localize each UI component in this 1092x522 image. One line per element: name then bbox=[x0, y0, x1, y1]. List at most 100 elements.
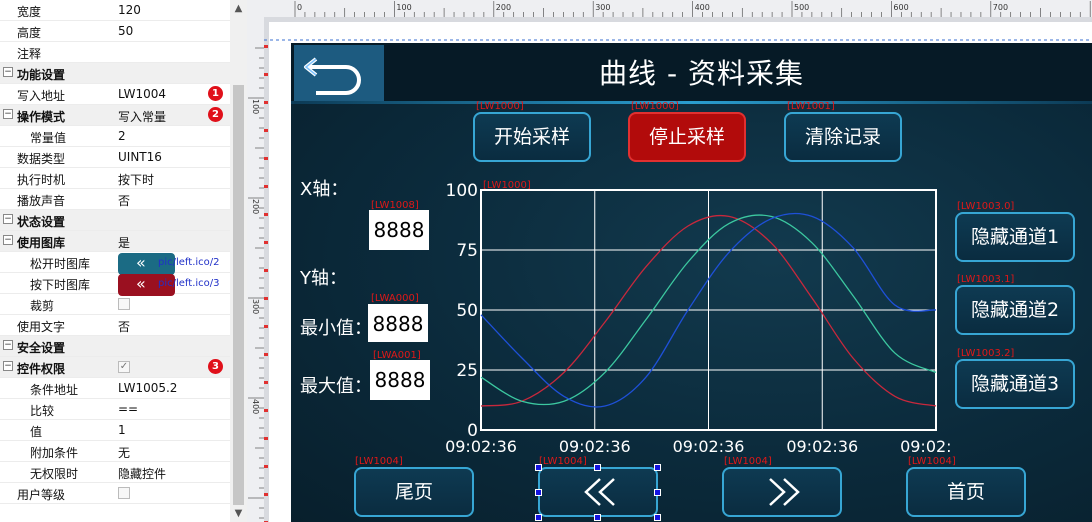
property-value[interactable]: 1 bbox=[118, 423, 126, 437]
property-value[interactable]: 120 bbox=[118, 3, 141, 17]
y-axis-label: Y轴： bbox=[300, 268, 347, 289]
property-row[interactable]: − 使用图库 是 bbox=[0, 231, 230, 252]
property-row[interactable]: 无权限时 隐藏控件 bbox=[0, 462, 230, 483]
stop-sampling-button[interactable]: 停止采样 bbox=[628, 112, 746, 162]
trend-chart[interactable]: 09:02:36 09:02:36 09:02:36 09:02:36 09:02:36… bbox=[431, 173, 951, 453]
property-value[interactable]: 否 bbox=[118, 192, 130, 209]
selection-handle[interactable] bbox=[535, 514, 542, 521]
min-value-field[interactable]: 8888 bbox=[368, 304, 428, 342]
ruler-tick-label: 0 bbox=[297, 3, 302, 12]
property-value[interactable]: 隐藏控件 bbox=[118, 465, 166, 482]
ruler-tick-label: 400 bbox=[251, 399, 260, 414]
scrollbar-thumb[interactable] bbox=[233, 85, 244, 505]
property-key: 按下时图库 bbox=[30, 278, 91, 292]
tag-label: [LW1003.1] bbox=[957, 274, 1015, 285]
property-row[interactable]: 附加条件 无 bbox=[0, 441, 230, 462]
property-checkbox[interactable] bbox=[118, 298, 130, 310]
property-row[interactable]: − 操作模式 写入常量 2 bbox=[0, 105, 230, 126]
property-row[interactable]: 写入地址 LW1004 1 bbox=[0, 84, 230, 105]
hide-channel-2-button[interactable]: 隐藏通道2 bbox=[955, 285, 1075, 335]
library-image-preview[interactable]: « pic/left.ico/3 bbox=[118, 274, 220, 296]
library-path: pic/left.ico/3 bbox=[158, 278, 220, 289]
property-row[interactable]: 宽度 120 bbox=[0, 0, 230, 21]
property-value[interactable]: 是 bbox=[118, 234, 130, 251]
property-row[interactable]: 松开时图库 « pic/left.ico/2 bbox=[0, 252, 230, 275]
selection-handle[interactable] bbox=[535, 489, 542, 496]
selection-handle[interactable] bbox=[535, 464, 542, 471]
scroll-down-icon[interactable]: ▼ bbox=[230, 505, 247, 522]
property-value[interactable]: 按下时 bbox=[118, 171, 154, 188]
collapse-toggle-icon[interactable]: − bbox=[3, 214, 13, 224]
property-row[interactable]: − 控件权限 ✓ 3 bbox=[0, 357, 230, 378]
property-key: 条件地址 bbox=[30, 383, 79, 397]
next-page-button[interactable] bbox=[722, 467, 842, 517]
property-value[interactable]: UINT16 bbox=[118, 150, 162, 164]
property-row[interactable]: 条件地址 LW1005.2 bbox=[0, 378, 230, 399]
collapse-toggle-icon[interactable]: − bbox=[3, 340, 13, 350]
property-value[interactable]: == bbox=[118, 402, 138, 416]
max-value-label: 最大值： bbox=[300, 376, 372, 397]
property-row[interactable]: 执行时机 按下时 bbox=[0, 168, 230, 189]
selection-handle[interactable] bbox=[594, 514, 601, 521]
collapse-toggle-icon[interactable]: − bbox=[3, 67, 13, 77]
y-tick-label: 50 bbox=[456, 301, 478, 321]
ruler-marker bbox=[264, 157, 268, 160]
property-value[interactable]: 2 bbox=[118, 129, 126, 143]
property-row[interactable]: − 安全设置 bbox=[0, 336, 230, 357]
property-panel-scrollbar[interactable]: ▲ ▼ bbox=[230, 0, 247, 522]
collapse-toggle-icon[interactable]: − bbox=[3, 361, 13, 371]
property-row[interactable]: 注释 bbox=[0, 42, 230, 63]
ruler-tick-label: 400 bbox=[695, 3, 710, 12]
property-value[interactable]: 无 bbox=[118, 444, 130, 461]
property-value[interactable]: LW1005.2 bbox=[118, 381, 177, 395]
library-image-preview[interactable]: « pic/left.ico/2 bbox=[118, 253, 220, 275]
first-page-button[interactable]: 首页 bbox=[906, 467, 1026, 517]
property-row[interactable]: 播放声音 否 bbox=[0, 189, 230, 210]
prev-page-button[interactable] bbox=[538, 467, 658, 517]
property-row[interactable]: 常量值 2 bbox=[0, 126, 230, 147]
ruler-tick-label: 200 bbox=[251, 199, 260, 214]
property-value[interactable]: 50 bbox=[118, 24, 133, 38]
clear-records-button[interactable]: 清除记录 bbox=[784, 112, 902, 162]
hmi-screen[interactable]: 曲线 - 资料采集 [LW1000] 开始采样 [LW1000] 停止采样 [L… bbox=[291, 43, 1092, 522]
property-checkbox[interactable] bbox=[118, 487, 130, 499]
collapse-toggle-icon[interactable]: − bbox=[3, 109, 13, 119]
property-row[interactable]: − 状态设置 bbox=[0, 210, 230, 231]
property-value[interactable]: 写入常量 bbox=[118, 108, 166, 125]
property-row[interactable]: − 功能设置 bbox=[0, 63, 230, 84]
property-row[interactable]: 裁剪 bbox=[0, 294, 230, 315]
tag-label: [LW1003.2] bbox=[957, 348, 1015, 359]
property-row[interactable]: 值1 bbox=[0, 420, 230, 441]
last-page-button[interactable]: 尾页 bbox=[354, 467, 474, 517]
property-row[interactable]: 使用文字 否 bbox=[0, 315, 230, 336]
selection-handle[interactable] bbox=[654, 464, 661, 471]
property-value[interactable]: 否 bbox=[118, 318, 130, 335]
selection-handle[interactable] bbox=[594, 464, 601, 471]
property-row[interactable]: 用户等级 bbox=[0, 483, 230, 504]
collapse-toggle-icon[interactable]: − bbox=[3, 235, 13, 245]
property-key: 使用文字 bbox=[17, 320, 66, 334]
ruler-tick-label: 600 bbox=[893, 3, 908, 12]
max-value-field[interactable]: 8888 bbox=[370, 360, 430, 400]
double-chevron-left-icon: « bbox=[136, 274, 146, 293]
start-sampling-button[interactable]: 开始采样 bbox=[473, 112, 591, 162]
header-divider bbox=[291, 101, 1092, 104]
property-row[interactable]: 按下时图库 « pic/left.ico/3 bbox=[0, 273, 230, 296]
x-axis-value-field[interactable]: 8888 bbox=[369, 210, 429, 250]
ruler-tick-label: 100 bbox=[396, 3, 411, 12]
selection-handle[interactable] bbox=[654, 489, 661, 496]
property-value[interactable]: LW1004 bbox=[118, 87, 166, 101]
tag-label: [LW1004] bbox=[724, 456, 772, 467]
property-row[interactable]: 高度 50 bbox=[0, 21, 230, 42]
page-title: 曲线 - 资料采集 bbox=[599, 57, 804, 90]
property-key: 执行时机 bbox=[17, 173, 66, 187]
property-row[interactable]: 比较 == bbox=[0, 399, 230, 420]
hide-channel-3-button[interactable]: 隐藏通道3 bbox=[955, 359, 1075, 409]
property-checkbox[interactable]: ✓ bbox=[118, 361, 130, 373]
property-row[interactable]: 数据类型 UINT16 bbox=[0, 147, 230, 168]
scroll-up-icon[interactable]: ▲ bbox=[230, 0, 247, 17]
selection-handle[interactable] bbox=[654, 514, 661, 521]
hide-channel-1-button[interactable]: 隐藏通道1 bbox=[955, 212, 1075, 262]
tag-label: [LW1000] bbox=[476, 101, 524, 112]
property-key: 附加条件 bbox=[30, 446, 79, 460]
